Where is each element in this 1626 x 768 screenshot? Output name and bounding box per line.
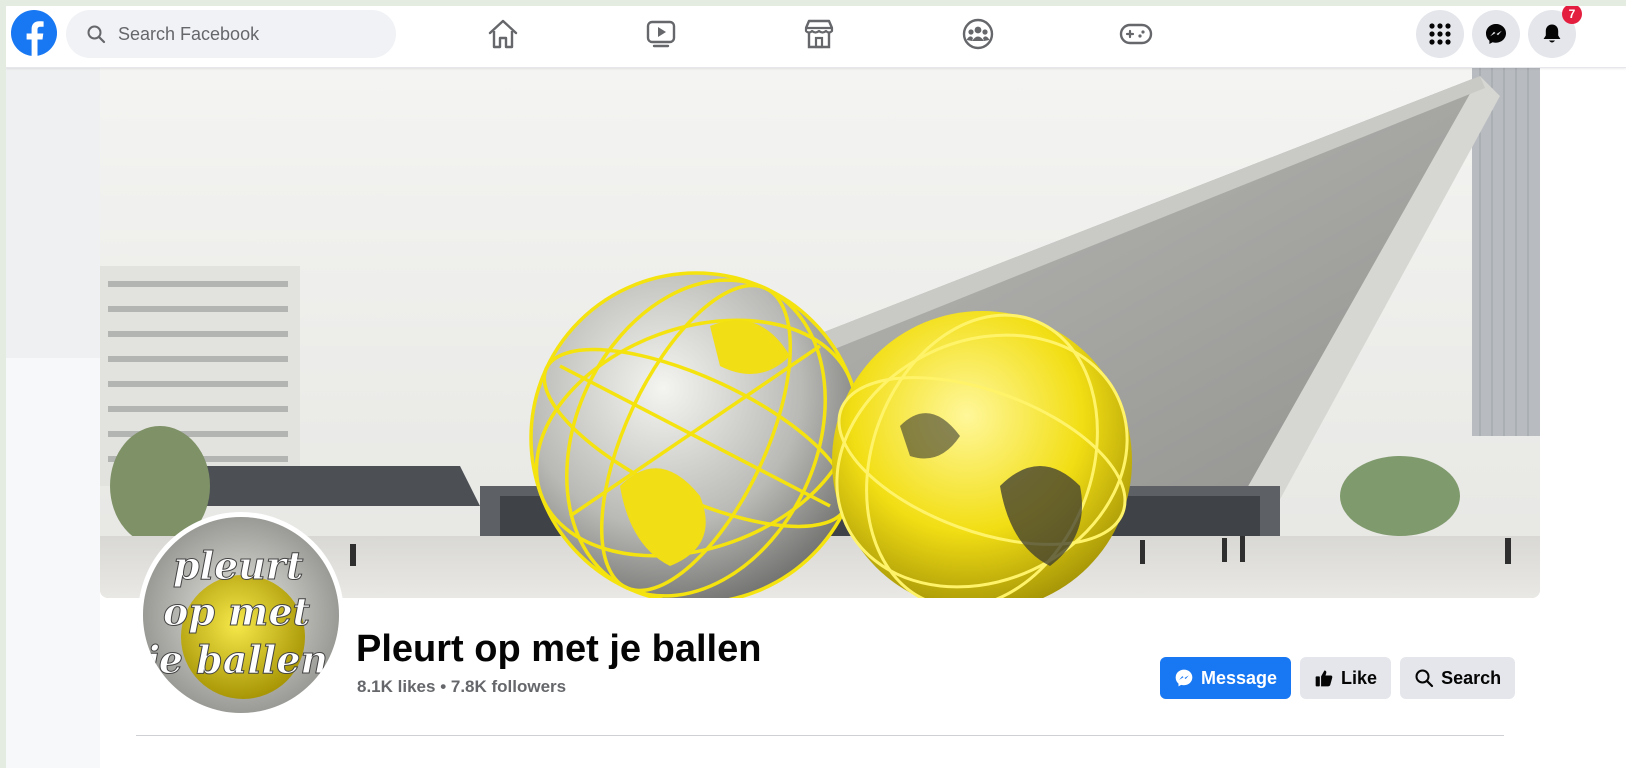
avatar-logo-text-line-2: op met xyxy=(163,589,311,634)
messenger-icon xyxy=(1175,669,1193,687)
notifications-button[interactable]: 7 xyxy=(1528,6,1582,58)
header-divider xyxy=(136,735,1504,736)
search-icon xyxy=(1415,669,1434,688)
followers-count[interactable]: 7.8K followers xyxy=(451,677,566,696)
page-stats: 8.1K likes • 7.8K followers xyxy=(357,677,566,697)
message-button-label: Message xyxy=(1201,667,1278,688)
facebook-page-window: 7 xyxy=(6,6,1626,768)
message-button[interactable]: Message xyxy=(1160,657,1292,699)
notification-count-badge: 7 xyxy=(1562,6,1582,24)
page-title: Pleurt op met je ballen xyxy=(356,628,762,670)
groups-icon[interactable] xyxy=(960,16,996,52)
page-profile-picture[interactable]: pleurt op met je ballen xyxy=(138,512,344,718)
avatar-logo-text-line-1: pleurt xyxy=(173,543,304,588)
like-button[interactable]: Like xyxy=(1300,657,1392,699)
avatar-logo-text-line-3: je ballen xyxy=(143,637,328,682)
menu-grid-button[interactable] xyxy=(1416,10,1464,58)
gaming-icon[interactable] xyxy=(1118,16,1154,52)
search-input[interactable] xyxy=(118,23,378,45)
top-navigation-bar: 7 xyxy=(6,6,1626,68)
thumbs-up-icon xyxy=(1315,670,1333,687)
menu-grid-icon xyxy=(1429,23,1451,45)
stats-separator: • xyxy=(440,677,447,696)
notifications-bell-icon xyxy=(1543,24,1561,43)
search-button-label: Search xyxy=(1441,667,1502,688)
search-icon xyxy=(87,25,106,44)
cover-photo[interactable] xyxy=(100,66,1540,598)
facebook-logo-icon[interactable] xyxy=(11,10,57,56)
page-search-button[interactable]: Search xyxy=(1400,657,1516,699)
likes-count[interactable]: 8.1K likes xyxy=(357,677,435,696)
watch-icon[interactable] xyxy=(643,16,679,52)
marketplace-icon[interactable] xyxy=(801,16,837,52)
search-bar[interactable] xyxy=(66,10,396,58)
page-action-buttons: Message Like Search xyxy=(1160,657,1516,699)
left-padding-shade xyxy=(6,68,100,358)
home-icon[interactable] xyxy=(485,16,521,52)
messenger-button[interactable] xyxy=(1472,10,1520,58)
like-button-label: Like xyxy=(1341,667,1378,688)
messenger-icon xyxy=(1486,24,1506,44)
